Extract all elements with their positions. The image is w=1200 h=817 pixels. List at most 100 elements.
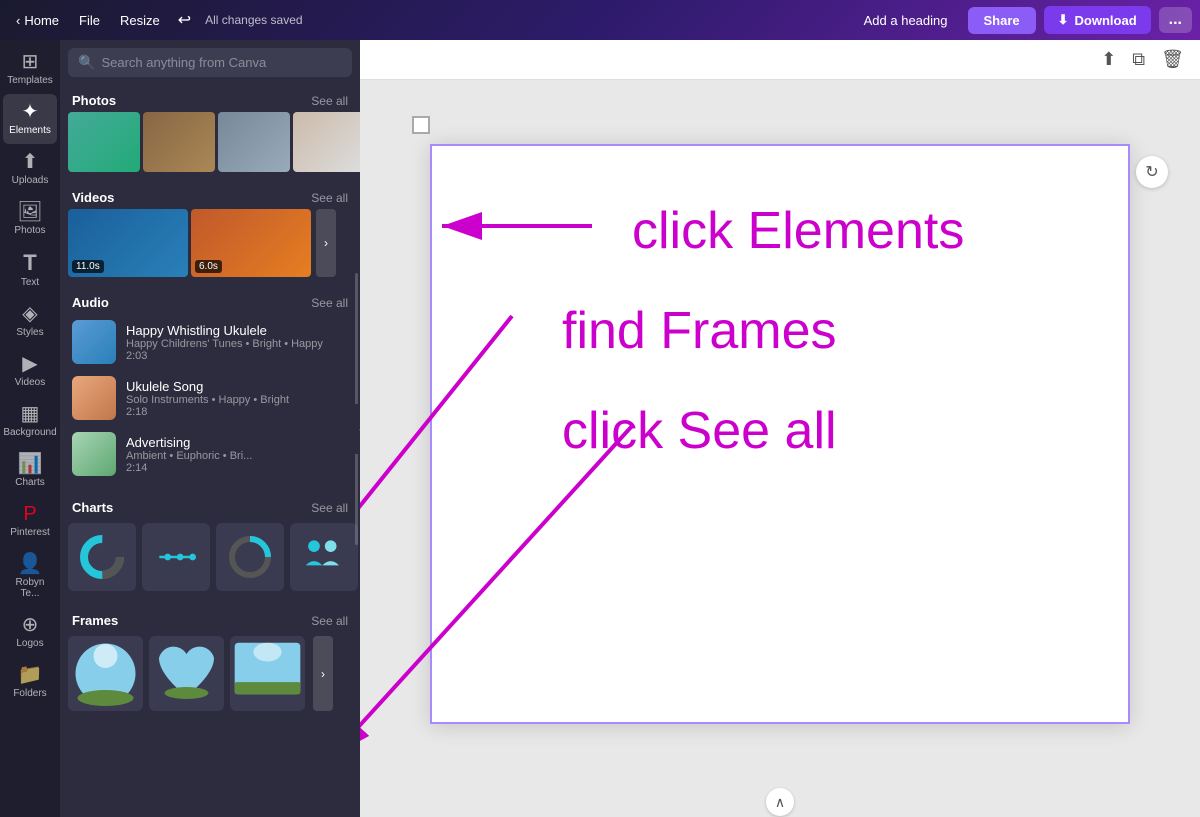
download-button[interactable]: ⬇ Download bbox=[1044, 6, 1151, 34]
annotation-find-frames: find Frames bbox=[562, 301, 837, 361]
canvas-bottom: ∧ bbox=[360, 787, 1200, 817]
undo-button[interactable]: ↩ bbox=[172, 6, 197, 34]
sidebar-item-pinterest[interactable]: P Pinterest bbox=[3, 496, 57, 546]
charts-see-all[interactable]: See all bbox=[311, 501, 348, 515]
styles-icon: ◈ bbox=[22, 304, 37, 324]
collapse-panel-button[interactable]: ‹ bbox=[350, 404, 360, 454]
audio-meta-2: Solo Instruments • Happy • Bright 2:18 bbox=[126, 394, 348, 418]
delete-icon[interactable]: 🗑 bbox=[1157, 45, 1188, 74]
frame-item-rect[interactable] bbox=[230, 636, 305, 711]
photo-thumb-4[interactable] bbox=[293, 112, 360, 172]
sidebar-item-label: Videos bbox=[15, 377, 45, 388]
chart-item-people[interactable] bbox=[290, 523, 358, 591]
audio-thumb-2 bbox=[72, 376, 116, 420]
sidebar-item-logos[interactable]: ⊕ Logos bbox=[3, 607, 57, 657]
icon-sidebar: ⊞ Templates ✦ Elements ⬆ Uploads 🖼 Photo… bbox=[0, 40, 60, 817]
audio-title-3: Advertising bbox=[126, 435, 348, 450]
circle-frame-svg bbox=[68, 636, 143, 711]
refresh-button[interactable]: ↻ bbox=[1136, 156, 1168, 188]
sidebar-item-charts[interactable]: 📊 Charts bbox=[3, 446, 57, 496]
search-icon: 🔍 bbox=[78, 54, 95, 71]
audio-title-1: Happy Whistling Ukulele bbox=[126, 323, 348, 338]
search-bar[interactable]: 🔍 bbox=[68, 48, 352, 77]
charts-icon: 📊 bbox=[18, 454, 43, 474]
panel-scroll[interactable]: Photos See all › Videos See all 11.0s bbox=[60, 85, 360, 817]
resize-button[interactable]: Resize bbox=[112, 9, 168, 32]
export-icon[interactable]: ⬆ bbox=[1097, 45, 1120, 74]
sidebar-item-photos[interactable]: 🖼 Photos bbox=[3, 194, 57, 244]
audio-see-all[interactable]: See all bbox=[311, 296, 348, 310]
logos-icon: ⊕ bbox=[22, 615, 39, 635]
frames-title: Frames bbox=[72, 613, 118, 628]
audio-thumb-3 bbox=[72, 432, 116, 476]
chart-item-donut[interactable] bbox=[68, 523, 136, 591]
video-thumb-1[interactable]: 11.0s bbox=[68, 209, 188, 277]
chart-item-bar[interactable] bbox=[142, 523, 210, 591]
sidebar-item-folders[interactable]: 📁 Folders bbox=[3, 657, 57, 707]
videos-title: Videos bbox=[72, 190, 114, 205]
duplicate-icon[interactable]: ⧉ bbox=[1128, 45, 1149, 74]
sidebar-item-label: Logos bbox=[16, 638, 43, 649]
share-button[interactable]: Share bbox=[968, 7, 1036, 34]
audio-meta-1: Happy Childrens' Tunes • Bright • Happy … bbox=[126, 338, 348, 362]
audio-item-1[interactable]: Happy Whistling Ukulele Happy Childrens'… bbox=[60, 314, 360, 370]
audio-meta-3: Ambient • Euphoric • Bri... 2:14 bbox=[126, 450, 348, 474]
audio-thumb-1 bbox=[72, 320, 116, 364]
people-chart-svg bbox=[299, 532, 349, 582]
sidebar-item-robyn[interactable]: 👤 Robyn Te... bbox=[3, 546, 57, 607]
frame-item-heart[interactable] bbox=[149, 636, 224, 711]
back-icon: ‹ bbox=[16, 13, 20, 28]
sidebar-item-templates[interactable]: ⊞ Templates bbox=[3, 44, 57, 94]
frames-next-button[interactable]: › bbox=[313, 636, 333, 711]
audio-item-2[interactable]: Ukulele Song Solo Instruments • Happy • … bbox=[60, 370, 360, 426]
photo-thumb-3[interactable] bbox=[218, 112, 290, 172]
home-button[interactable]: ‹ Home bbox=[8, 9, 67, 32]
text-icon: T bbox=[23, 252, 36, 274]
sidebar-item-label: Background bbox=[3, 427, 56, 438]
canvas-area: ⬆ ⧉ 🗑 ↻ click Elements find Frames click… bbox=[360, 40, 1200, 817]
more-options-button[interactable]: ... bbox=[1159, 7, 1192, 33]
progress-chart-svg bbox=[225, 532, 275, 582]
video-thumb-2[interactable]: 6.0s bbox=[191, 209, 311, 277]
sidebar-item-videos[interactable]: ▶ Videos bbox=[3, 346, 57, 396]
audio-item-3[interactable]: Advertising Ambient • Euphoric • Bri... … bbox=[60, 426, 360, 482]
videos-see-all[interactable]: See all bbox=[311, 191, 348, 205]
search-input[interactable] bbox=[101, 55, 342, 70]
photos-icon: 🖼 bbox=[17, 202, 42, 222]
sidebar-item-styles[interactable]: ◈ Styles bbox=[3, 296, 57, 346]
charts-title: Charts bbox=[72, 500, 113, 515]
photo-thumb-1[interactable] bbox=[68, 112, 140, 172]
photo-thumb-2[interactable] bbox=[143, 112, 215, 172]
sidebar-item-text[interactable]: T Text bbox=[3, 244, 57, 296]
sidebar-item-label: Charts bbox=[15, 477, 44, 488]
main-layout: ⊞ Templates ✦ Elements ⬆ Uploads 🖼 Photo… bbox=[0, 40, 1200, 817]
file-button[interactable]: File bbox=[71, 9, 108, 32]
frames-row: › bbox=[60, 632, 360, 715]
saved-status: All changes saved bbox=[205, 13, 302, 27]
chart-item-progress[interactable] bbox=[216, 523, 284, 591]
sidebar-item-elements[interactable]: ✦ Elements bbox=[3, 94, 57, 144]
sidebar-item-label: Elements bbox=[9, 125, 51, 136]
templates-icon: ⊞ bbox=[22, 52, 39, 72]
charts-row: › bbox=[60, 519, 360, 595]
sidebar-item-background[interactable]: ▦ Background bbox=[3, 396, 57, 446]
videos-section-header: Videos See all bbox=[60, 182, 360, 209]
photos-see-all[interactable]: See all bbox=[311, 94, 348, 108]
background-icon: ▦ bbox=[21, 404, 40, 424]
arrows-svg bbox=[432, 146, 1128, 722]
frames-see-all[interactable]: See all bbox=[311, 614, 348, 628]
audio-section-header: Audio See all bbox=[60, 287, 360, 314]
page-checkbox[interactable] bbox=[412, 116, 430, 134]
sidebar-item-label: Styles bbox=[16, 327, 43, 338]
pinterest-icon: P bbox=[23, 504, 36, 524]
frame-item-circle[interactable] bbox=[68, 636, 143, 711]
page-nav-button[interactable]: ∧ bbox=[766, 788, 794, 816]
canvas-page[interactable]: ↻ click Elements find Frames click See a… bbox=[430, 144, 1130, 724]
photos-section-header: Photos See all bbox=[60, 85, 360, 112]
sidebar-item-uploads[interactable]: ⬆ Uploads bbox=[3, 144, 57, 194]
annotation-click-elements: click Elements bbox=[632, 201, 964, 261]
frames-section-header: Frames See all bbox=[60, 605, 360, 632]
video-duration-2: 6.0s bbox=[195, 260, 222, 273]
videos-next-button[interactable]: › bbox=[316, 209, 336, 277]
add-heading-button[interactable]: Add a heading bbox=[852, 9, 960, 32]
